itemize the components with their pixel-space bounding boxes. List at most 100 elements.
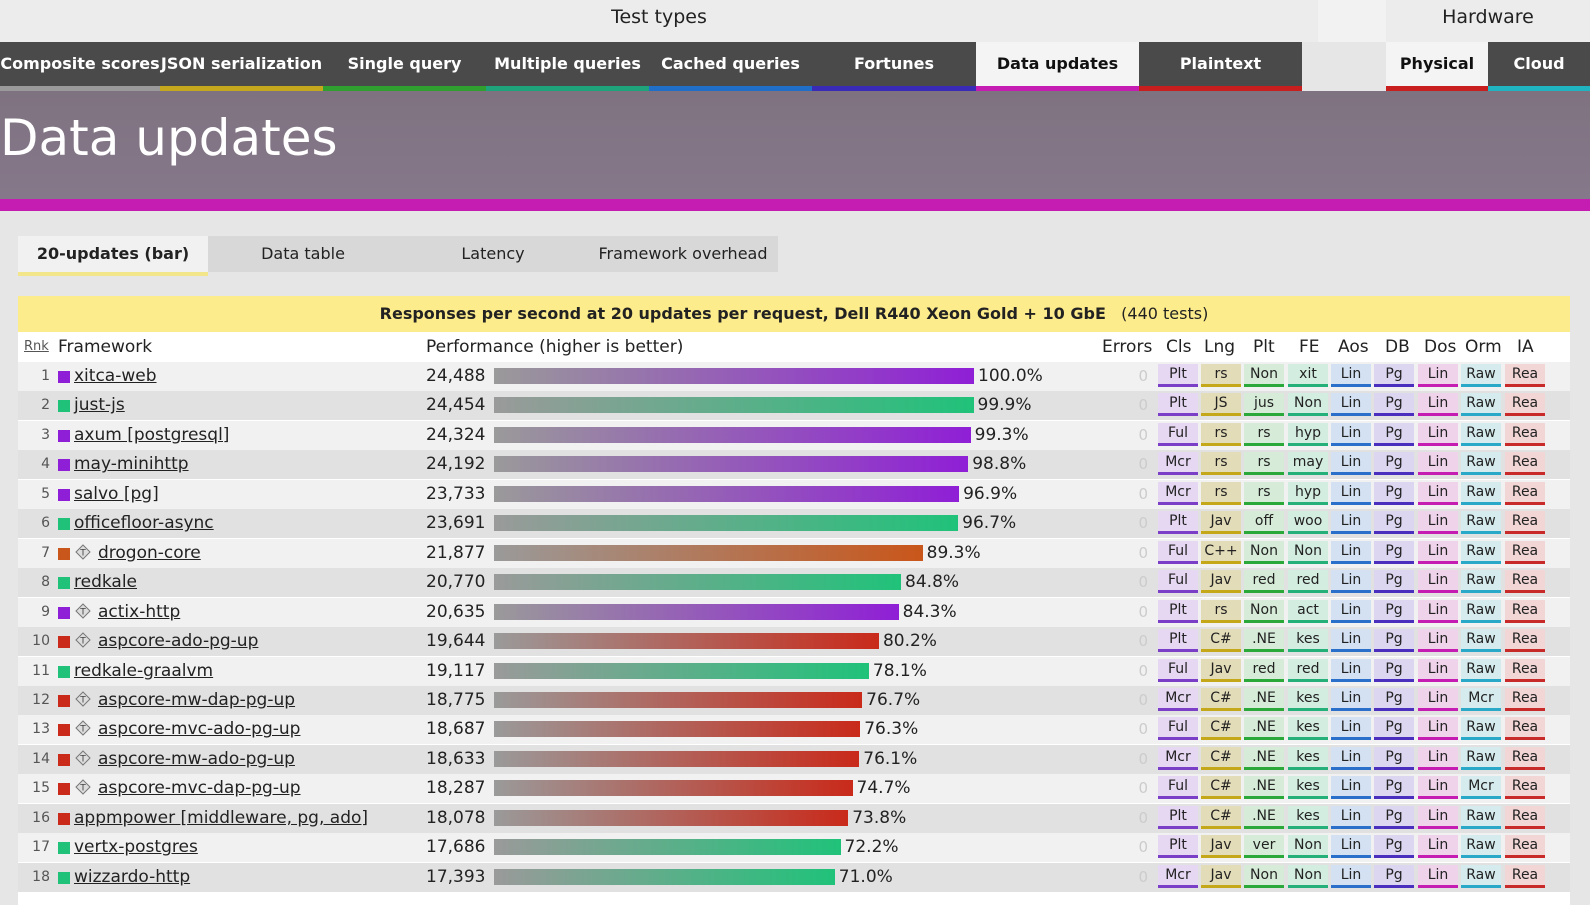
attribute-badge: Lin xyxy=(1418,776,1458,800)
framework-link[interactable]: wizzardo-http xyxy=(74,863,190,892)
performance-percent: 96.7% xyxy=(962,513,1017,534)
framework-link[interactable]: aspcore-ado-pg-up xyxy=(98,627,258,656)
rank: 12 xyxy=(32,691,50,708)
performance-bar xyxy=(494,662,869,679)
framework-link[interactable]: axum [postgresql] xyxy=(74,421,229,450)
tab-plaintext[interactable]: Plaintext xyxy=(1139,42,1302,91)
tag-icon: T xyxy=(75,691,91,707)
error-count: 0 xyxy=(1138,573,1148,592)
framework-link[interactable]: drogon-core xyxy=(98,539,201,568)
attribute-badge: Pg xyxy=(1374,687,1414,711)
rank: 3 xyxy=(41,426,50,443)
framework-link[interactable]: salvo [pg] xyxy=(74,480,159,509)
attribute-badge: Raw xyxy=(1461,422,1501,446)
col-ia: IA xyxy=(1517,337,1534,357)
attribute-badge: Raw xyxy=(1461,364,1501,387)
attribute-badge: Lin xyxy=(1331,511,1371,535)
view-tab-data-table[interactable]: Data table xyxy=(208,236,398,272)
tab-cached-queries[interactable]: Cached queries xyxy=(649,42,812,91)
rank: 8 xyxy=(41,574,50,591)
attribute-badge: kes xyxy=(1288,687,1328,711)
framework-link[interactable]: aspcore-mw-dap-pg-up xyxy=(98,686,295,715)
tab-fortunes[interactable]: Fortunes xyxy=(812,42,976,91)
tab-hardware-cloud[interactable]: Cloud xyxy=(1488,42,1590,91)
view-tab-framework-overhead[interactable]: Framework overhead xyxy=(588,236,778,272)
attribute-badge: Lin xyxy=(1418,746,1458,770)
attribute-badge: Ful xyxy=(1158,658,1198,682)
attribute-badge: Lin xyxy=(1331,570,1371,594)
framework-link[interactable]: may-minihttp xyxy=(74,450,189,479)
tab-composite-scores[interactable]: Composite scores xyxy=(0,42,160,91)
attribute-badge: Raw xyxy=(1461,746,1501,770)
framework-link[interactable]: just-js xyxy=(74,391,125,420)
platform-color-swatch xyxy=(58,812,70,825)
framework-link[interactable]: redkale xyxy=(74,568,137,597)
table-row: 11 redkale-graalvm 19,117 78.1% 0 Ful Jav red re… xyxy=(18,656,1570,686)
performance-bar xyxy=(494,485,960,502)
table-row: 15 Taspcore-mvc-dap-pg-up 18,287 74.7% 0 Ful C… xyxy=(18,774,1570,804)
attribute-badge: Raw xyxy=(1461,570,1501,594)
performance-bar xyxy=(494,809,849,826)
col-orm: Orm xyxy=(1465,337,1502,357)
framework-link[interactable]: vertx-postgres xyxy=(74,833,198,862)
tab-hardware-physical[interactable]: Physical xyxy=(1386,42,1488,91)
attribute-badge: Rea xyxy=(1505,805,1545,829)
rank: 5 xyxy=(41,485,50,502)
tab-data-updates[interactable]: Data updates xyxy=(976,42,1139,91)
attribute-badge: Jav xyxy=(1201,864,1241,888)
col-rnk[interactable]: Rnk xyxy=(24,332,49,362)
framework-link[interactable]: actix-http xyxy=(98,598,180,627)
attribute-badge: Lin xyxy=(1331,629,1371,653)
attribute-badge: Rea xyxy=(1505,658,1545,682)
framework-link[interactable]: officefloor-async xyxy=(74,509,214,538)
framework-link[interactable]: xitca-web xyxy=(74,362,157,391)
framework-link[interactable]: appmpower [middleware, pg, ado] xyxy=(74,804,368,833)
platform-color-swatch xyxy=(58,518,70,531)
attribute-badge: Rea xyxy=(1505,776,1545,800)
performance-bar xyxy=(494,544,923,561)
table-row: 7 Tdrogon-core 21,877 89.3% 0 Ful C++ Non Non Lin… xyxy=(18,538,1570,568)
view-tab-latency[interactable]: Latency xyxy=(398,236,588,272)
tab-multiple-queries[interactable]: Multiple queries xyxy=(486,42,649,91)
table-row: 13 Taspcore-mvc-ado-pg-up 18,687 76.3% 0 Ful C… xyxy=(18,715,1570,745)
framework-link[interactable]: aspcore-mvc-ado-pg-up xyxy=(98,715,300,744)
page-title: Data updates xyxy=(0,109,338,167)
table-row: 6 officefloor-async 23,691 96.7% 0 Plt Jav off w… xyxy=(18,509,1570,539)
attribute-badge: Lin xyxy=(1418,717,1458,741)
tag-icon: T xyxy=(75,602,91,619)
platform-color-swatch xyxy=(58,459,70,472)
attribute-badge: Raw xyxy=(1461,511,1501,535)
table-row: 17 vertx-postgres 17,686 72.2% 0 Plt Jav ver Non… xyxy=(18,833,1570,863)
attribute-badge: Lin xyxy=(1331,835,1371,859)
performance-bar xyxy=(494,574,902,591)
performance-percent: 76.7% xyxy=(866,689,921,710)
rank: 18 xyxy=(32,868,50,885)
attribute-badge: Pg xyxy=(1374,658,1414,682)
framework-link[interactable]: aspcore-mw-ado-pg-up xyxy=(98,745,295,774)
attribute-badge: Pg xyxy=(1374,481,1414,505)
performance-percent: 78.1% xyxy=(872,660,927,681)
rank: 16 xyxy=(32,809,50,826)
svg-text:T: T xyxy=(79,695,86,705)
rank: 9 xyxy=(41,603,50,620)
tab-single-query[interactable]: Single query xyxy=(323,42,486,91)
error-count: 0 xyxy=(1138,779,1148,798)
performance-bar xyxy=(494,368,974,384)
attribute-badge: woo xyxy=(1288,511,1328,535)
attribute-badge: Raw xyxy=(1461,599,1501,623)
attribute-badge: C# xyxy=(1201,805,1241,829)
rank: 6 xyxy=(41,515,50,532)
col-framework: Framework xyxy=(58,337,153,357)
performance-bar xyxy=(494,397,974,414)
tab-json-serialization[interactable]: JSON serialization xyxy=(160,42,323,91)
framework-link[interactable]: redkale-graalvm xyxy=(74,657,213,686)
platform-color-swatch xyxy=(58,400,70,413)
attribute-badge: Mcr xyxy=(1158,481,1198,505)
framework-link[interactable]: aspcore-mvc-dap-pg-up xyxy=(98,774,301,803)
attribute-badge: Lin xyxy=(1418,540,1458,564)
page-banner: Data updates xyxy=(0,91,1590,199)
performance-bar xyxy=(494,839,841,856)
view-tab-20-updates-bar[interactable]: 20-updates (bar) xyxy=(18,236,208,276)
svg-text:T: T xyxy=(79,725,86,735)
table-row: 1 xitca-web 24,488 100.0% 0 Plt rs Non xit Lin Pg L… xyxy=(18,362,1570,391)
